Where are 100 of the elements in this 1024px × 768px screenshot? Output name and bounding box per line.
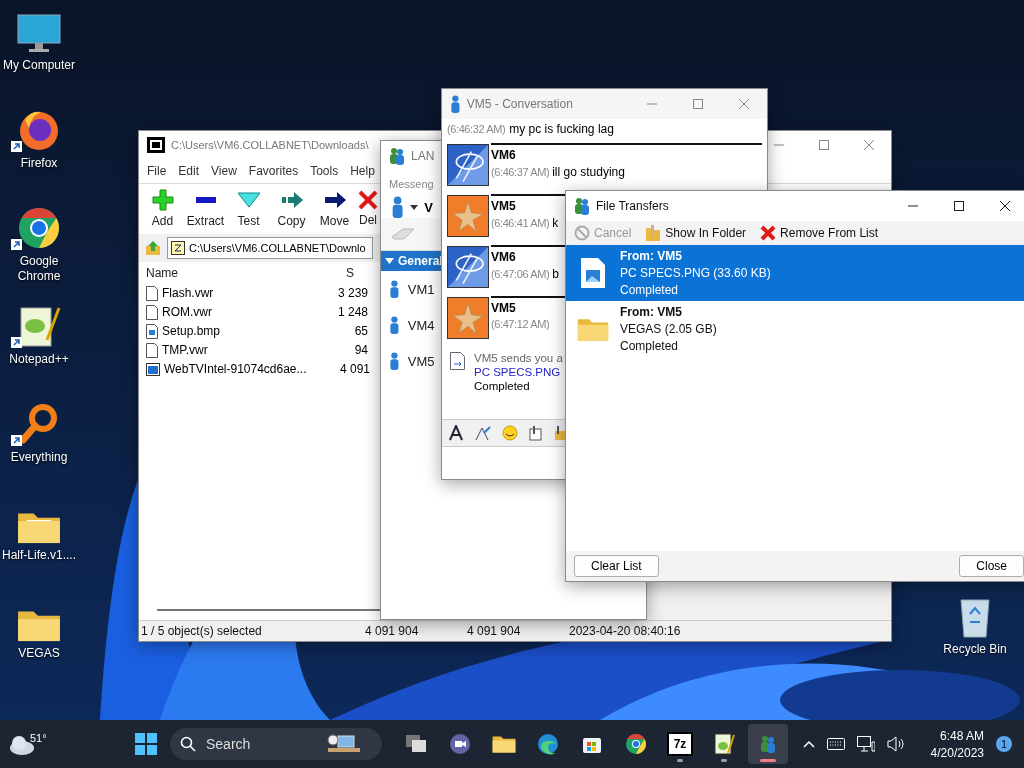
notification-badge[interactable]: 1: [996, 736, 1012, 752]
menu-item[interactable]: Favorites: [242, 163, 305, 178]
app-icon: [147, 137, 165, 153]
toolbar-button[interactable]: Extract: [184, 189, 227, 229]
transfer-status: Completed: [620, 339, 680, 353]
toolbar-button[interactable]: Show In Folder: [643, 224, 749, 242]
search-field[interactable]: Search: [204, 735, 318, 753]
toolbar-button[interactable]: Remove From List: [758, 225, 881, 241]
transfer-file: PC SPECS.PNG (33.60 KB): [620, 266, 771, 280]
image-file-icon: [146, 323, 158, 339]
file-name[interactable]: WebTVIntel-91074cd6ae...: [164, 362, 306, 377]
notepad-icon: [713, 733, 735, 755]
message-time: (6:47:06 AM): [491, 268, 550, 280]
eraser-icon: [389, 225, 417, 243]
network-icon[interactable]: [856, 736, 875, 752]
person-icon: [391, 196, 405, 218]
file-size: 1 248: [336, 305, 368, 320]
window-title: VM5 - Conversation: [466, 97, 573, 111]
contact-name[interactable]: VM4: [407, 317, 435, 333]
window-icon: [146, 362, 160, 376]
menu-item[interactable]: File: [141, 163, 173, 178]
message-text: b: [552, 267, 559, 281]
tab[interactable]: Messeng: [389, 178, 434, 190]
menu-item[interactable]: Edit: [172, 163, 206, 178]
desktop-icon-label[interactable]: Recycle Bin: [937, 642, 1013, 657]
close-icon: [864, 140, 874, 150]
sender-name: VM5: [491, 301, 516, 315]
attach-file-icon: [528, 425, 544, 441]
volume-icon[interactable]: [886, 736, 905, 752]
file-name[interactable]: Setup.bmp: [162, 324, 304, 339]
transfer-item[interactable]: From: VM5 PC SPECS.PNG (33.60 KB) Completed: [566, 245, 1024, 301]
chrome-icon: [625, 733, 647, 755]
contact-name[interactable]: VM5: [407, 353, 435, 369]
search-icon: [180, 736, 196, 752]
people-icon: [760, 735, 776, 753]
sender-name: VM6: [491, 148, 516, 162]
message-time: (6:47:12 AM): [491, 318, 550, 330]
file-name[interactable]: ROM.vwr: [162, 305, 304, 320]
contact-name[interactable]: VM1: [407, 281, 435, 297]
chrome-icon: [17, 206, 61, 250]
toolbar-button[interactable]: Del: [356, 190, 380, 228]
toolbar-button[interactable]: Test: [227, 189, 270, 229]
address-field[interactable]: C:\Users\VM6.COLLABNET\Downlo: [167, 236, 373, 259]
minimize-icon: [647, 103, 657, 105]
transfer-file: VEGAS (2.05 GB): [620, 322, 717, 336]
file-size: 65: [353, 324, 368, 339]
scrollbar[interactable]: [157, 609, 381, 612]
people-icon: [574, 197, 590, 215]
column-header[interactable]: Name: [139, 265, 346, 280]
folder-icon: [577, 316, 609, 342]
sender-name: VM5: [491, 199, 516, 213]
message-text: ill go studying: [552, 165, 625, 179]
menu-item[interactable]: Help: [344, 163, 381, 178]
maximize-icon: [819, 140, 829, 150]
file-name[interactable]: TMP.vwr: [162, 343, 304, 358]
desktop-icon-label[interactable]: Everything: [1, 450, 77, 465]
status-text: 1 / 5 object(s) selected: [140, 624, 263, 639]
taskbar-app[interactable]: 7z: [660, 724, 700, 764]
monitor-icon: [17, 14, 61, 54]
desktop-icon-label[interactable]: Half-Life.v1....: [1, 548, 77, 563]
font-icon: [448, 425, 464, 441]
plus-icon: [150, 189, 175, 212]
transfer-source: From: VM5: [620, 249, 683, 263]
desktop-icon-label[interactable]: Notepad++: [1, 352, 77, 367]
file-icon: [146, 285, 158, 301]
notice-text: VM5 sends you a: [474, 352, 563, 364]
desktop-icon-label[interactable]: Firefox: [1, 156, 77, 171]
toolbar-button[interactable]: Copy: [270, 189, 313, 229]
keyboard-icon[interactable]: [826, 738, 845, 750]
status-text: 4 091 904: [466, 624, 522, 639]
search-bar[interactable]: Search: [170, 728, 382, 760]
desktop-icon-label[interactable]: Google Chrome: [1, 254, 77, 284]
desktop-icon-label[interactable]: My Computer: [1, 58, 77, 73]
close-dialog-button[interactable]: Close: [959, 555, 1024, 577]
desktop-icon-label[interactable]: VEGAS: [1, 646, 77, 661]
person-icon: [450, 95, 461, 113]
toolbar-button[interactable]: Add: [141, 189, 184, 229]
message-time: (6:46:37 AM): [491, 166, 550, 178]
file-link[interactable]: PC SPECS.PNG: [474, 366, 561, 378]
task-view-icon: [405, 734, 427, 754]
column-header[interactable]: S: [346, 265, 366, 280]
menu-item[interactable]: Tools: [304, 163, 345, 178]
cancel-icon: [574, 225, 590, 241]
person-icon: [389, 352, 400, 370]
temperature: 51°: [30, 732, 47, 744]
message-text: k: [552, 216, 559, 230]
file-icon: [146, 342, 158, 358]
menu-item[interactable]: View: [205, 163, 243, 178]
clear-list-button[interactable]: Clear List: [574, 555, 659, 577]
message-input[interactable]: [442, 447, 565, 479]
toolbar-button[interactable]: Move: [313, 189, 356, 229]
person-icon: [389, 316, 400, 334]
chevron-up-icon[interactable]: [802, 740, 815, 748]
clock[interactable]: 6:48 AM 4/20/2023: [930, 728, 984, 760]
file-explorer-icon: [492, 734, 516, 754]
maximize-icon: [693, 99, 703, 109]
video-chat-icon: [449, 733, 471, 755]
file-size: 94: [353, 343, 368, 358]
smiley-icon: [502, 425, 518, 441]
file-name[interactable]: Flash.vwr: [162, 286, 304, 301]
